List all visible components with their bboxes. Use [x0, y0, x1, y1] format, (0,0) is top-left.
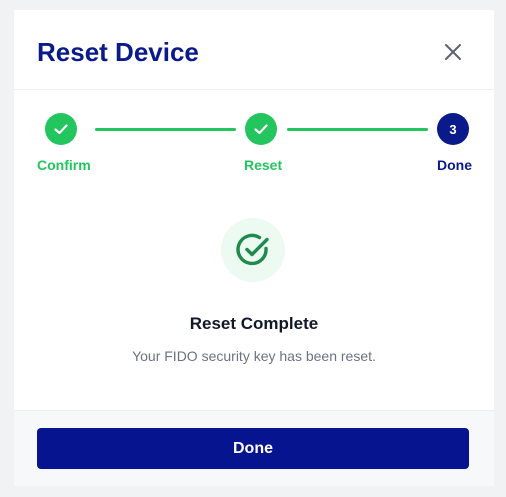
step-confirm-indicator: [45, 113, 77, 145]
dialog-header: Reset Device: [14, 10, 494, 90]
dialog-title: Reset Device: [37, 37, 199, 67]
step-number: 3: [449, 121, 457, 137]
step-connector-1: [95, 128, 236, 131]
app-frame: Reset Device 3 Confirm Reset Done Reset …: [0, 0, 506, 497]
step-reset-indicator: [245, 113, 277, 145]
check-circle-icon: [236, 233, 269, 266]
step-label-reset: Reset: [244, 157, 283, 173]
step-label-confirm: Confirm: [37, 157, 91, 173]
close-icon: [445, 44, 461, 60]
done-button[interactable]: Done: [37, 428, 469, 469]
progress-stepper: 3 Confirm Reset Done: [14, 90, 494, 180]
success-badge: [221, 218, 285, 282]
check-icon: [54, 124, 68, 135]
step-done-indicator: 3: [437, 113, 469, 145]
dialog-footer: Done: [14, 410, 494, 486]
step-label-done: Done: [437, 157, 472, 173]
close-button[interactable]: [440, 39, 466, 65]
check-icon: [254, 124, 268, 135]
result-message: Your FIDO security key has been reset.: [132, 348, 376, 364]
reset-device-dialog: Reset Device 3 Confirm Reset Done Reset …: [14, 10, 494, 486]
step-connector-2: [287, 128, 428, 131]
result-title: Reset Complete: [189, 314, 319, 333]
